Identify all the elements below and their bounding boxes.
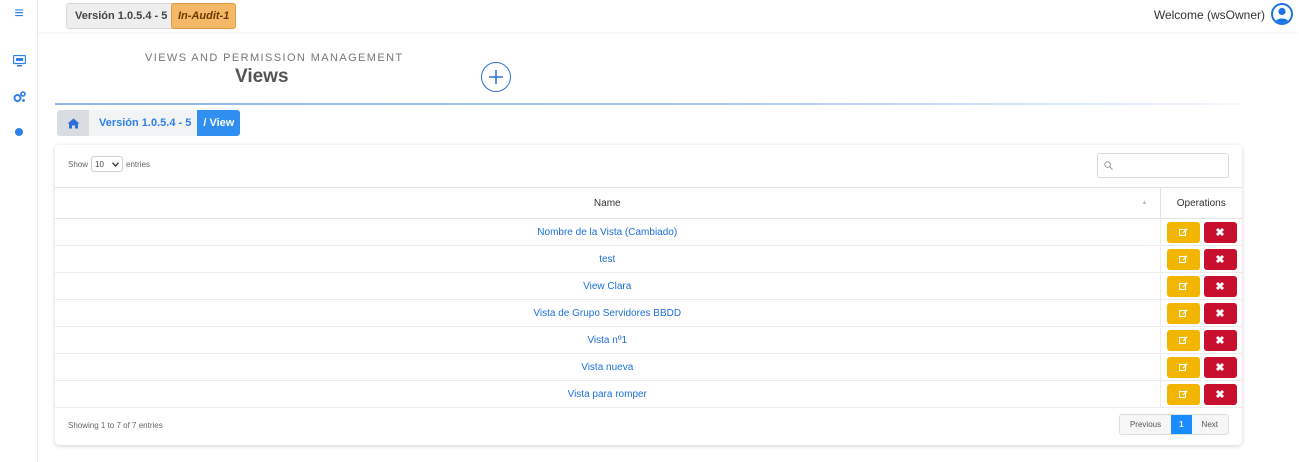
delete-button[interactable]: ✖	[1203, 248, 1237, 270]
edit-button[interactable]	[1166, 221, 1200, 243]
view-name[interactable]: Vista para romper	[55, 380, 1160, 408]
operations-cell: ✖	[1159, 353, 1242, 381]
operations-cell: ✖	[1159, 272, 1242, 300]
column-header-name[interactable]: Name ▲	[55, 187, 1160, 219]
breadcrumb: Versión 1.0.5.4 - 5 / View	[57, 110, 241, 136]
show-label: Show	[68, 159, 89, 169]
entries-select[interactable]: 10	[91, 156, 124, 172]
edit-button[interactable]	[1166, 248, 1200, 270]
views-table-card: Show 10 entries Name ▲ Operations Nombre…	[55, 145, 1242, 445]
close-icon: ✖	[1215, 253, 1225, 266]
delete-button[interactable]: ✖	[1203, 275, 1237, 297]
operations-cell: ✖	[1159, 326, 1242, 354]
menu-icon[interactable]: ≡	[11, 5, 27, 22]
page-subtitle: VIEWS AND PERMISSION MANAGEMENT	[145, 52, 404, 64]
page-1-button[interactable]: 1	[1171, 415, 1192, 434]
plus-icon	[489, 70, 503, 84]
view-name[interactable]: View Clara	[55, 272, 1160, 300]
sort-icon: ▲	[1141, 200, 1148, 206]
page-title: Views	[235, 66, 289, 87]
next-button[interactable]: Next	[1191, 415, 1228, 434]
table-row: Vista nº1 ✖	[55, 326, 1242, 354]
header-divider	[55, 103, 1240, 105]
table-row: Vista nueva ✖	[55, 353, 1242, 381]
close-icon: ✖	[1215, 307, 1225, 320]
edit-icon	[1178, 335, 1188, 344]
operations-cell: ✖	[1159, 380, 1242, 408]
delete-button[interactable]: ✖	[1203, 302, 1237, 324]
breadcrumb-current: / View	[197, 110, 241, 136]
monitor-icon[interactable]	[11, 53, 27, 69]
operations-cell: ✖	[1159, 218, 1242, 246]
edit-button[interactable]	[1166, 275, 1200, 297]
table-info: Showing 1 to 7 of 7 entries	[68, 421, 163, 430]
breadcrumb-home[interactable]	[57, 110, 89, 136]
operations-cell: ✖	[1159, 299, 1242, 327]
pagination: Previous 1 Next	[1118, 414, 1229, 435]
user-icon	[1275, 7, 1289, 23]
welcome-text: Welcome (wsOwner)	[1153, 8, 1265, 22]
audit-badge[interactable]: In-Audit-1	[171, 3, 237, 29]
top-bar: Versión 1.0.5.4 - 5 In-Audit-1 Welcome (…	[38, 0, 1299, 32]
delete-button[interactable]: ✖	[1203, 356, 1237, 378]
delete-button[interactable]: ✖	[1203, 329, 1237, 351]
edit-button[interactable]	[1166, 329, 1200, 351]
view-name[interactable]: Nombre de la Vista (Cambiado)	[55, 218, 1160, 246]
gears-icon[interactable]	[11, 89, 27, 105]
views-table: Name ▲ Operations Nombre de la Vista (Ca…	[55, 187, 1242, 408]
edit-icon	[1178, 362, 1188, 371]
edit-icon	[1178, 254, 1188, 263]
sidebar: ≡	[0, 0, 38, 462]
entries-value: 10	[95, 159, 104, 169]
search-icon	[1104, 161, 1113, 170]
edit-button[interactable]	[1166, 383, 1200, 405]
table-row: Vista para romper ✖	[55, 380, 1242, 408]
circle-icon[interactable]	[11, 124, 27, 140]
table-row: Vista de Grupo Servidores BBDD ✖	[55, 299, 1242, 327]
view-name[interactable]: Vista nueva	[55, 353, 1160, 381]
close-icon: ✖	[1215, 361, 1225, 374]
view-name[interactable]: Vista de Grupo Servidores BBDD	[55, 299, 1160, 327]
operations-cell: ✖	[1159, 245, 1242, 273]
edit-button[interactable]	[1166, 302, 1200, 324]
column-header-operations: Operations	[1159, 187, 1242, 219]
breadcrumb-version[interactable]: Versión 1.0.5.4 - 5	[89, 110, 198, 136]
delete-button[interactable]: ✖	[1203, 383, 1237, 405]
add-view-button[interactable]	[481, 62, 511, 92]
view-name[interactable]: test	[55, 245, 1160, 273]
home-icon	[67, 118, 79, 128]
entries-label: entries	[126, 159, 151, 169]
edit-icon	[1178, 281, 1188, 290]
close-icon: ✖	[1215, 280, 1225, 293]
table-row: View Clara ✖	[55, 272, 1242, 300]
table-row: Nombre de la Vista (Cambiado) ✖	[55, 218, 1242, 246]
delete-button[interactable]: ✖	[1203, 221, 1237, 243]
avatar[interactable]	[1271, 3, 1293, 25]
search-input[interactable]	[1097, 153, 1229, 178]
close-icon: ✖	[1215, 388, 1225, 401]
chevron-down-icon	[112, 161, 119, 167]
table-row: test ✖	[55, 245, 1242, 273]
view-name[interactable]: Vista nº1	[55, 326, 1160, 354]
edit-icon	[1178, 389, 1188, 398]
edit-icon	[1178, 227, 1188, 236]
version-badge[interactable]: Versión 1.0.5.4 - 5	[66, 3, 177, 29]
show-entries: Show 10 entries	[68, 156, 150, 172]
edit-button[interactable]	[1166, 356, 1200, 378]
close-icon: ✖	[1215, 226, 1225, 239]
close-icon: ✖	[1215, 334, 1225, 347]
previous-button[interactable]: Previous	[1119, 415, 1172, 434]
edit-icon	[1178, 308, 1188, 317]
